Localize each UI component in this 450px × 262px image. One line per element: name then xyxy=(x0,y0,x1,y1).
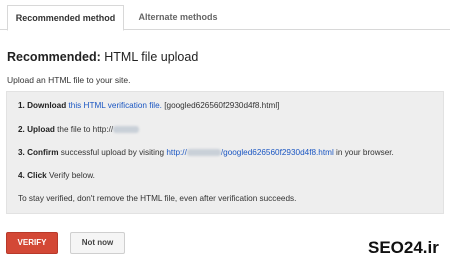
verify-button[interactable]: VERIFY xyxy=(6,232,58,254)
step-click-verify: 4. Click Verify below. xyxy=(18,171,95,180)
url-prefix: http:// xyxy=(166,148,187,157)
tab-recommended-method[interactable]: Recommended method xyxy=(7,5,124,31)
step-action: Click xyxy=(27,171,47,180)
file-name: [googled626560f2930d4f8.html] xyxy=(161,101,280,110)
step-text: successful upload by visiting xyxy=(58,148,167,157)
step-number: 2. xyxy=(18,125,25,134)
intro-text: Upload an HTML file to your site. xyxy=(7,75,131,85)
redacted-domain xyxy=(113,126,140,133)
step-action: Download xyxy=(27,101,67,110)
step-number: 4. xyxy=(18,171,25,180)
step-text: the file to http:// xyxy=(54,125,114,134)
tab-alternate-methods[interactable]: Alternate methods xyxy=(126,5,230,31)
redacted-domain xyxy=(186,149,221,156)
title-prefix: Recommended: xyxy=(7,50,101,64)
stay-verified-note: To stay verified, don't remove the HTML … xyxy=(18,194,297,203)
not-now-button[interactable]: Not now xyxy=(70,232,125,254)
step-number: 1. xyxy=(18,101,25,110)
step-tail: in your browser. xyxy=(333,148,394,157)
url-suffix: /googled626560f2930d4f8.html xyxy=(220,148,334,157)
title-text: HTML file upload xyxy=(100,50,199,64)
step-action: Confirm xyxy=(27,148,59,157)
step-number: 3. xyxy=(18,148,25,157)
verification-url-link[interactable]: http:// /googled626560f2930d4f8.html xyxy=(166,148,333,157)
instructions-panel: 1. Download this HTML verification file.… xyxy=(6,91,444,214)
watermark-logo: SEO24.ir xyxy=(368,238,439,257)
method-tabs: Recommended method Alternate methods xyxy=(0,0,450,31)
step-text: Verify below. xyxy=(46,171,95,180)
download-file-link[interactable]: this HTML verification file. xyxy=(69,101,162,110)
step-action: Upload xyxy=(27,125,55,134)
step-upload: 2. Upload the file to http:// xyxy=(18,125,140,134)
step-confirm: 3. Confirm successful upload by visiting… xyxy=(18,148,394,157)
page-title: Recommended: HTML file upload xyxy=(7,50,198,64)
step-download: 1. Download this HTML verification file.… xyxy=(18,101,279,110)
